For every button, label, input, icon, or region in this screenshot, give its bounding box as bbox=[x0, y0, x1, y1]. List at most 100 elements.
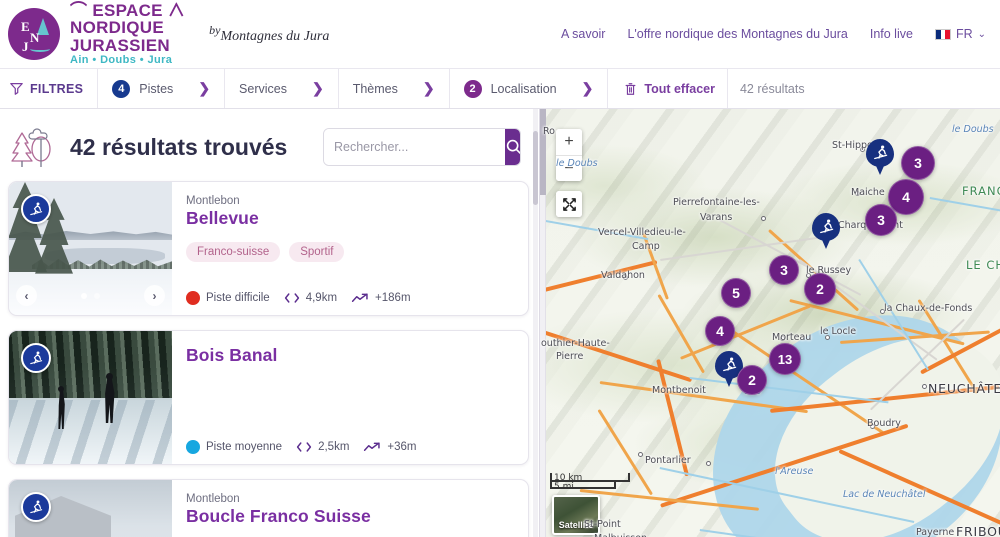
logo-letter-n: N bbox=[30, 29, 40, 45]
stat-elevation: +36m bbox=[363, 441, 417, 453]
stat-distance: 2,5km bbox=[296, 441, 349, 453]
nav-link-offre-nordique[interactable]: L'offre nordique des Montagnes du Jura bbox=[627, 27, 847, 41]
map-panel[interactable]: + − 10 km 5 mi Satellite le Doubs le Doub… bbox=[539, 109, 1000, 537]
search-box[interactable] bbox=[323, 128, 521, 166]
difficulty-dot-icon bbox=[186, 440, 200, 454]
map-label: Valdahon bbox=[601, 270, 645, 281]
nav-link-info-live[interactable]: Info live bbox=[870, 27, 913, 41]
carousel-dots[interactable] bbox=[9, 293, 172, 299]
fullscreen-button[interactable] bbox=[556, 191, 582, 217]
map-city-dot bbox=[638, 452, 643, 457]
search-button[interactable] bbox=[505, 129, 520, 165]
card-body: Montlebon Bellevue Franco-suisse Sportif… bbox=[172, 182, 528, 315]
map-label: Malbuisson bbox=[594, 533, 647, 537]
card-stats: Piste moyenne 2,5km +36m bbox=[186, 431, 514, 454]
map-label: NEUCHÂTEL bbox=[928, 381, 1000, 396]
card-thumbnail-snowy-panorama[interactable]: ‹ › bbox=[9, 182, 172, 315]
card-thumbnail-building[interactable] bbox=[9, 480, 172, 537]
map-cluster-marker[interactable]: 4 bbox=[705, 316, 735, 346]
map-cluster-marker[interactable]: 2 bbox=[804, 273, 836, 305]
results-count-label: 42 résultats bbox=[739, 81, 805, 96]
map-cluster-marker[interactable]: 3 bbox=[769, 255, 799, 285]
map-pin-skier[interactable] bbox=[866, 139, 894, 177]
card-thumbnail-two-skiers[interactable] bbox=[9, 331, 172, 464]
difficulty-label: Piste difficile bbox=[206, 292, 270, 304]
map-cluster-marker[interactable]: 5 bbox=[721, 278, 751, 308]
result-card-bellevue[interactable]: ‹ › Montlebon Bellevue Franco-suisse Spo… bbox=[8, 181, 529, 316]
map-label: Varans bbox=[700, 212, 733, 223]
filter-label-pistes: Pistes bbox=[139, 81, 174, 96]
clear-all-filters-button[interactable]: Tout effacer bbox=[608, 69, 728, 108]
card-title[interactable]: Bellevue bbox=[186, 208, 514, 229]
results-list: ‹ › Montlebon Bellevue Franco-suisse Spo… bbox=[0, 181, 539, 537]
search-icon bbox=[506, 139, 520, 155]
skier-icon bbox=[30, 500, 43, 514]
map-cluster-marker[interactable]: 3 bbox=[901, 146, 935, 180]
trash-icon bbox=[625, 82, 636, 95]
map-label: Pierre bbox=[556, 351, 584, 362]
filter-label-services: Services bbox=[239, 81, 287, 96]
map-label: Vercel-Villedieu-le- bbox=[598, 227, 686, 238]
map-label: outhier-Haute- bbox=[541, 338, 610, 349]
clear-all-label: Tout effacer bbox=[644, 81, 715, 96]
language-code: FR bbox=[955, 27, 973, 41]
map-label: Payerne bbox=[916, 527, 955, 537]
filter-label-localisation: Localisation bbox=[490, 81, 557, 96]
card-title[interactable]: Boucle Franco Suisse bbox=[186, 506, 514, 527]
sport-badge-skier bbox=[21, 343, 51, 373]
filter-group-services[interactable]: Services ❯ bbox=[225, 69, 339, 108]
logo-line-3: JURASSIEN bbox=[70, 35, 171, 55]
result-card-bois-banal[interactable]: Bois Banal Piste moyenne 2,5km +36m bbox=[8, 330, 529, 465]
card-location: Montlebon bbox=[186, 493, 240, 505]
language-selector[interactable]: FR ⌄ bbox=[934, 27, 986, 41]
map-cluster-marker[interactable]: 13 bbox=[769, 343, 801, 375]
page-title: 42 résultats trouvés bbox=[70, 133, 288, 160]
logo-letter-j: J bbox=[22, 38, 29, 54]
map-pin-skier[interactable] bbox=[812, 213, 840, 251]
forest-trees-icon bbox=[11, 128, 51, 167]
stat-elevation: +186m bbox=[351, 292, 411, 304]
enj-logo-mark: E N J bbox=[8, 7, 60, 60]
chevron-right-icon: ❯ bbox=[198, 80, 211, 96]
site-header: E N J ⌒ ESPACE ∧ NORDIQUE JURASSIEN Ain … bbox=[0, 0, 1000, 68]
main-content: 42 résultats trouvés Rechercher... ‹ › M… bbox=[0, 109, 1000, 537]
fullscreen-icon bbox=[562, 197, 576, 211]
card-tags: Franco-suisse Sportif bbox=[186, 242, 514, 262]
nav-link-a-savoir[interactable]: A savoir bbox=[561, 27, 605, 41]
filter-label-themes: Thèmes bbox=[352, 81, 398, 96]
site-logo[interactable]: E N J ⌒ ESPACE ∧ NORDIQUE JURASSIEN Ain … bbox=[8, 2, 329, 66]
filter-group-themes[interactable]: Thèmes ❯ bbox=[339, 69, 450, 108]
map-left-scrollbar[interactable] bbox=[540, 109, 546, 537]
card-body: Bois Banal Piste moyenne 2,5km +36m bbox=[172, 331, 528, 464]
card-stats: Piste difficile 4,9km +186m bbox=[186, 282, 514, 305]
partner-logo-montagnes-du-jura: byMontagnes du Jura bbox=[209, 23, 329, 45]
result-card-boucle-franco-suisse[interactable]: Montlebon Boucle Franco Suisse bbox=[8, 479, 529, 537]
search-input[interactable] bbox=[324, 129, 505, 165]
elevation-icon bbox=[364, 442, 381, 452]
map-zoom-controls[interactable]: + − bbox=[556, 129, 582, 181]
map-label: Montbenoit bbox=[652, 385, 706, 396]
filter-group-localisation[interactable]: 2 Localisation ❯ bbox=[450, 69, 609, 108]
filters-label-cell[interactable]: FILTRES bbox=[0, 69, 99, 108]
map-label: Maiche bbox=[851, 187, 885, 198]
results-panel-scrollbar[interactable] bbox=[533, 109, 538, 537]
logo-wave-icon bbox=[30, 46, 50, 52]
stat-difficulty: Piste difficile bbox=[186, 291, 270, 305]
map-cluster-marker[interactable]: 3 bbox=[865, 204, 897, 236]
tag-sportif[interactable]: Sportif bbox=[289, 242, 345, 262]
tag-franco-suisse[interactable]: Franco-suisse bbox=[186, 242, 281, 262]
stat-difficulty: Piste moyenne bbox=[186, 440, 282, 454]
card-title[interactable]: Bois Banal bbox=[186, 345, 514, 366]
map-fullscreen-control[interactable] bbox=[556, 191, 582, 217]
sport-badge-skier bbox=[21, 492, 51, 522]
filter-group-pistes[interactable]: 4 Pistes ❯ bbox=[98, 69, 226, 108]
zoom-in-button[interactable]: + bbox=[556, 129, 582, 155]
map-label: Boudry bbox=[867, 418, 901, 429]
logo-line-1: ⌒ ESPACE ∧ bbox=[70, 0, 186, 20]
map-city-dot bbox=[706, 461, 711, 466]
map-label: l'Areuse bbox=[775, 466, 814, 477]
filter-count-badge-pistes: 4 bbox=[112, 79, 131, 98]
logo-line-2: NORDIQUE bbox=[70, 18, 165, 38]
map-label: FRANCH bbox=[962, 184, 1000, 198]
elevation-value: +186m bbox=[375, 292, 411, 304]
